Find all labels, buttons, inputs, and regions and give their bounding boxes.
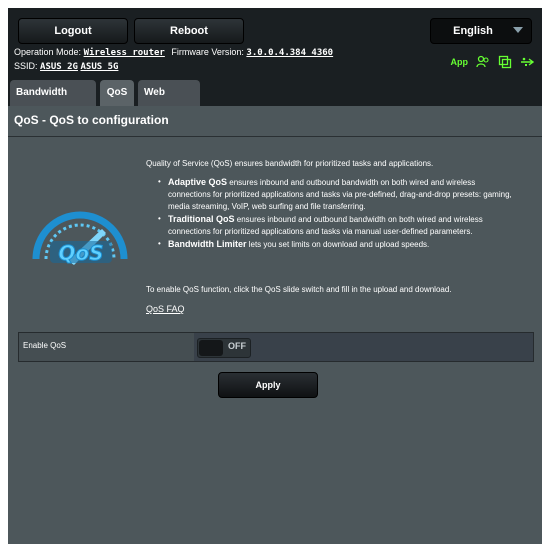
qos-feature-list: • Adaptive QoS ensures inbound and outbou…: [146, 176, 518, 251]
qos-intro-text: Quality of Service (QoS) ensures bandwid…: [146, 159, 434, 168]
qos-faq-link[interactable]: QoS FAQ: [146, 304, 185, 314]
language-value: English: [453, 25, 493, 37]
tab-bandwidth-monitor[interactable]: Bandwidth Monitor: [10, 80, 96, 124]
reboot-button[interactable]: Reboot: [134, 18, 244, 44]
panel-header: QoS - QoS to configuration: [8, 106, 542, 137]
qos-panel: QoS - QoS to configuration QoS Quality o…: [8, 106, 542, 544]
feature-name: Bandwidth Limiter: [168, 239, 247, 249]
status-icons: App: [451, 54, 535, 70]
tab-qos[interactable]: QoS: [100, 80, 134, 106]
users-icon[interactable]: [476, 55, 490, 69]
qos-logo-text: QoS: [58, 241, 103, 265]
feature-text: lets you set limits on download and uplo…: [246, 240, 430, 249]
toggle-knob[interactable]: [199, 340, 223, 356]
status-bar: Operation Mode: Wireless router Firmware…: [8, 46, 542, 76]
list-item: • Bandwidth Limiter lets you set limits o…: [158, 239, 430, 249]
ssid-row: SSID: ASUS_2G ASUS_5G: [14, 61, 118, 72]
apply-button[interactable]: Apply: [218, 372, 318, 398]
enable-qos-cell: OFF: [194, 333, 533, 361]
ssid-5g-link[interactable]: ASUS_5G: [80, 62, 118, 72]
list-item: • Adaptive QoS ensures inbound and outbou…: [158, 177, 512, 211]
router-admin-window: Logout Reboot English Operation Mode: Wi…: [8, 8, 542, 544]
enable-note-text: To enable QoS function, click the QoS sl…: [146, 285, 452, 294]
app-label[interactable]: App: [451, 57, 469, 67]
operation-mode-link[interactable]: Wireless router: [84, 48, 165, 58]
qos-logo-icon: QoS: [28, 199, 132, 271]
ssid-2g-link[interactable]: ASUS_2G: [40, 62, 78, 72]
top-bar: Logout Reboot English: [8, 8, 542, 46]
ssid-label: SSID:: [14, 61, 38, 71]
tab-web-history[interactable]: Web History: [138, 80, 200, 124]
enable-qos-label: Enable QoS: [23, 341, 67, 350]
logout-button[interactable]: Logout: [18, 18, 128, 44]
feature-name: Adaptive QoS: [168, 177, 228, 187]
language-select[interactable]: English: [430, 18, 532, 44]
operation-mode-label: Operation Mode:: [14, 47, 82, 57]
tab-bar: Bandwidth Monitor QoS Web History: [8, 76, 542, 124]
feature-name: Traditional QoS: [168, 214, 235, 224]
toggle-state-label: OFF: [228, 341, 246, 351]
page-title: QoS - QoS to configuration: [14, 113, 169, 127]
copy-icon[interactable]: [498, 55, 512, 69]
chevron-down-icon: [513, 27, 523, 33]
firmware-link[interactable]: 3.0.0.4.384_4360: [246, 48, 333, 58]
enable-qos-row: Enable QoS OFF: [18, 332, 534, 362]
list-item: • Traditional QoS ensures inbound and out…: [158, 214, 483, 236]
firmware-label: Firmware Version:: [171, 47, 244, 57]
qos-toggle-switch[interactable]: OFF: [197, 338, 251, 358]
usb-icon[interactable]: [520, 55, 535, 69]
operation-mode-row: Operation Mode: Wireless router Firmware…: [14, 47, 333, 58]
